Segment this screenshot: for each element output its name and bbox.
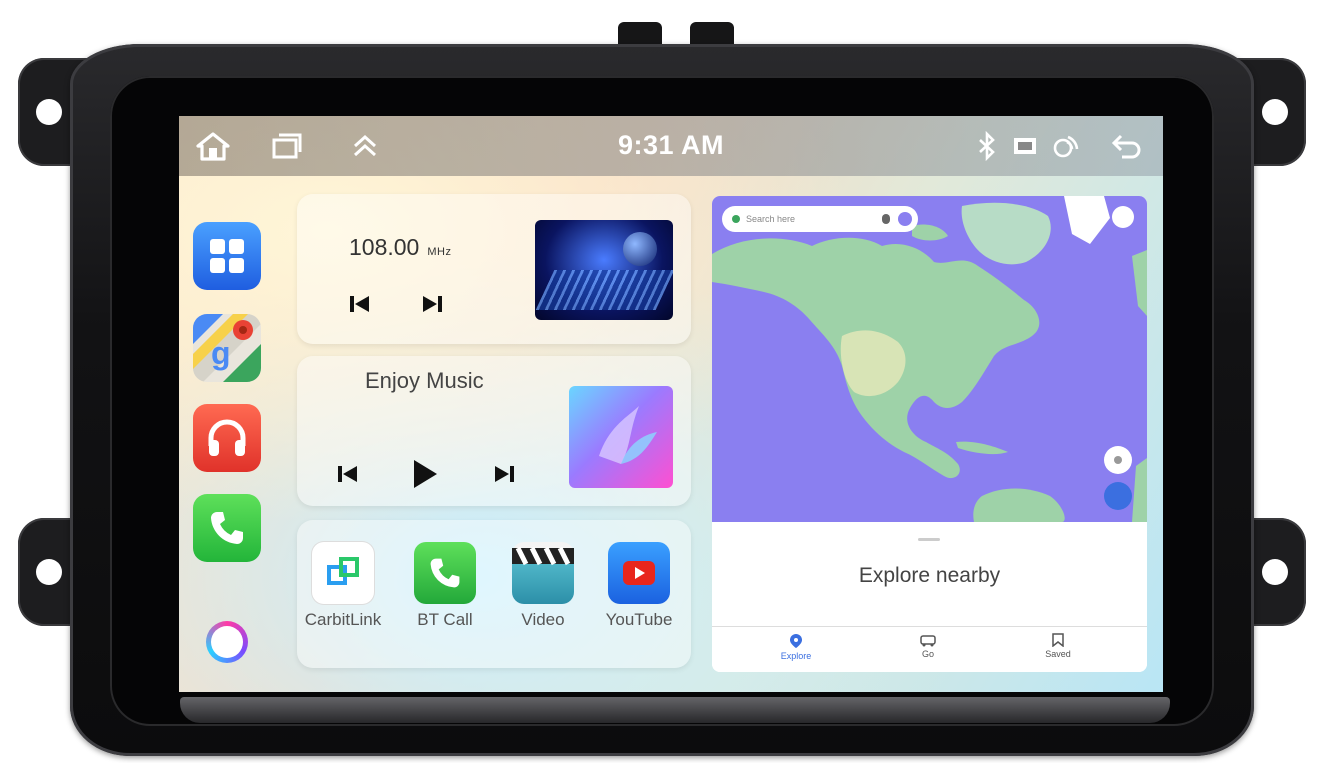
google-maps-icon[interactable]: g [193, 314, 261, 382]
carbitlink-icon [312, 542, 374, 604]
svg-text:g: g [211, 335, 231, 371]
phone-icon [414, 542, 476, 604]
map-pin-icon [732, 215, 740, 223]
music-widget[interactable]: Enjoy Music [297, 356, 691, 506]
directions-icon[interactable] [1104, 482, 1132, 510]
youtube-app[interactable]: YouTube [599, 542, 679, 630]
music-title: Enjoy Music [365, 368, 484, 393]
bt-call-app[interactable]: BT Call [405, 542, 485, 630]
headphones-icon[interactable] [193, 404, 261, 472]
previous-station-icon[interactable] [349, 294, 371, 318]
back-icon[interactable] [1109, 130, 1145, 162]
map-search-placeholder: Search here [746, 214, 796, 224]
my-location-icon[interactable] [1104, 446, 1132, 474]
map-search-bar[interactable]: Search here [722, 206, 918, 232]
radio-frequency: 108.00 MHz [349, 234, 452, 260]
phone-icon[interactable] [193, 494, 261, 562]
microphone-icon[interactable] [882, 214, 890, 224]
nav-explore[interactable]: Explore [756, 633, 836, 661]
maps-bottom-nav: Explore Go Saved [712, 626, 1147, 672]
car-icon [920, 635, 936, 647]
explore-pin-icon [790, 634, 802, 648]
video-app[interactable]: Video [503, 542, 583, 630]
radio-widget[interactable]: 108.00 MHz [297, 194, 691, 344]
bluetooth-icon [969, 130, 1005, 162]
radio-artwork [535, 220, 673, 320]
account-avatar[interactable] [898, 212, 912, 226]
album-artwork [569, 386, 673, 488]
bookmark-icon [1052, 633, 1064, 648]
drag-handle[interactable] [918, 538, 940, 541]
youtube-icon [608, 542, 670, 604]
map-view[interactable]: Search here [712, 196, 1147, 522]
status-bar: 9:31 AM [179, 116, 1163, 176]
bezel-gloss [180, 697, 1170, 723]
apps-widget: CarbitLink BT Call Video YouTube [297, 520, 691, 668]
siri-icon[interactable] [206, 621, 248, 663]
screen-mirror-icon [1007, 130, 1043, 162]
next-station-icon[interactable] [421, 294, 443, 318]
nav-go[interactable]: Go [888, 633, 968, 659]
explore-nearby-label[interactable]: Explore nearby [712, 564, 1147, 588]
previous-track-icon[interactable] [337, 464, 359, 488]
layers-icon[interactable] [1112, 206, 1134, 228]
clapperboard-icon [512, 542, 574, 604]
play-icon[interactable] [411, 458, 439, 494]
carbitlink-app[interactable]: CarbitLink [303, 542, 383, 630]
wireless-carplay-icon [1047, 130, 1083, 162]
maps-panel[interactable]: Search here Explore nearby Explore Go Sa… [712, 196, 1147, 672]
app-drawer-icon[interactable] [193, 222, 261, 290]
touch-screen: 9:31 AM g 108.00 MHz Enjoy Music CarbitL… [179, 116, 1163, 692]
nav-saved[interactable]: Saved [1018, 633, 1098, 659]
next-track-icon[interactable] [493, 464, 515, 488]
